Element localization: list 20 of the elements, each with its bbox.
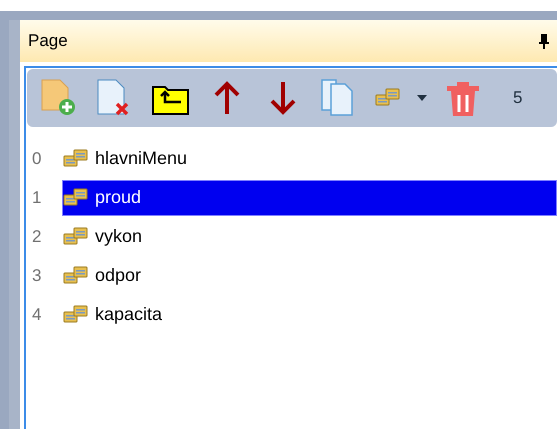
- row-number: 4: [31, 304, 42, 326]
- page-item[interactable]: kapacita: [62, 296, 557, 332]
- windows-icon: [63, 148, 89, 168]
- windows-icon: [63, 304, 89, 324]
- row-number: 0: [31, 148, 42, 170]
- windows-icon: [63, 226, 89, 246]
- page-item[interactable]: odpor: [62, 258, 557, 294]
- windows-icon: [63, 188, 89, 208]
- caret-icon: [417, 95, 427, 101]
- page-count: 5: [513, 87, 522, 110]
- panel-title: Page: [28, 30, 68, 52]
- row-number: 3: [31, 264, 42, 287]
- page-item[interactable]: hlavniMenu: [62, 140, 557, 176]
- pin-icon[interactable]: [539, 33, 549, 49]
- page-item[interactable]: proud: [62, 180, 557, 216]
- windows-icon: [375, 88, 401, 108]
- windows-icon: [63, 266, 89, 286]
- row-number: 1: [31, 186, 42, 209]
- page-item[interactable]: vykon: [62, 218, 557, 254]
- row-number: 2: [31, 226, 42, 248]
